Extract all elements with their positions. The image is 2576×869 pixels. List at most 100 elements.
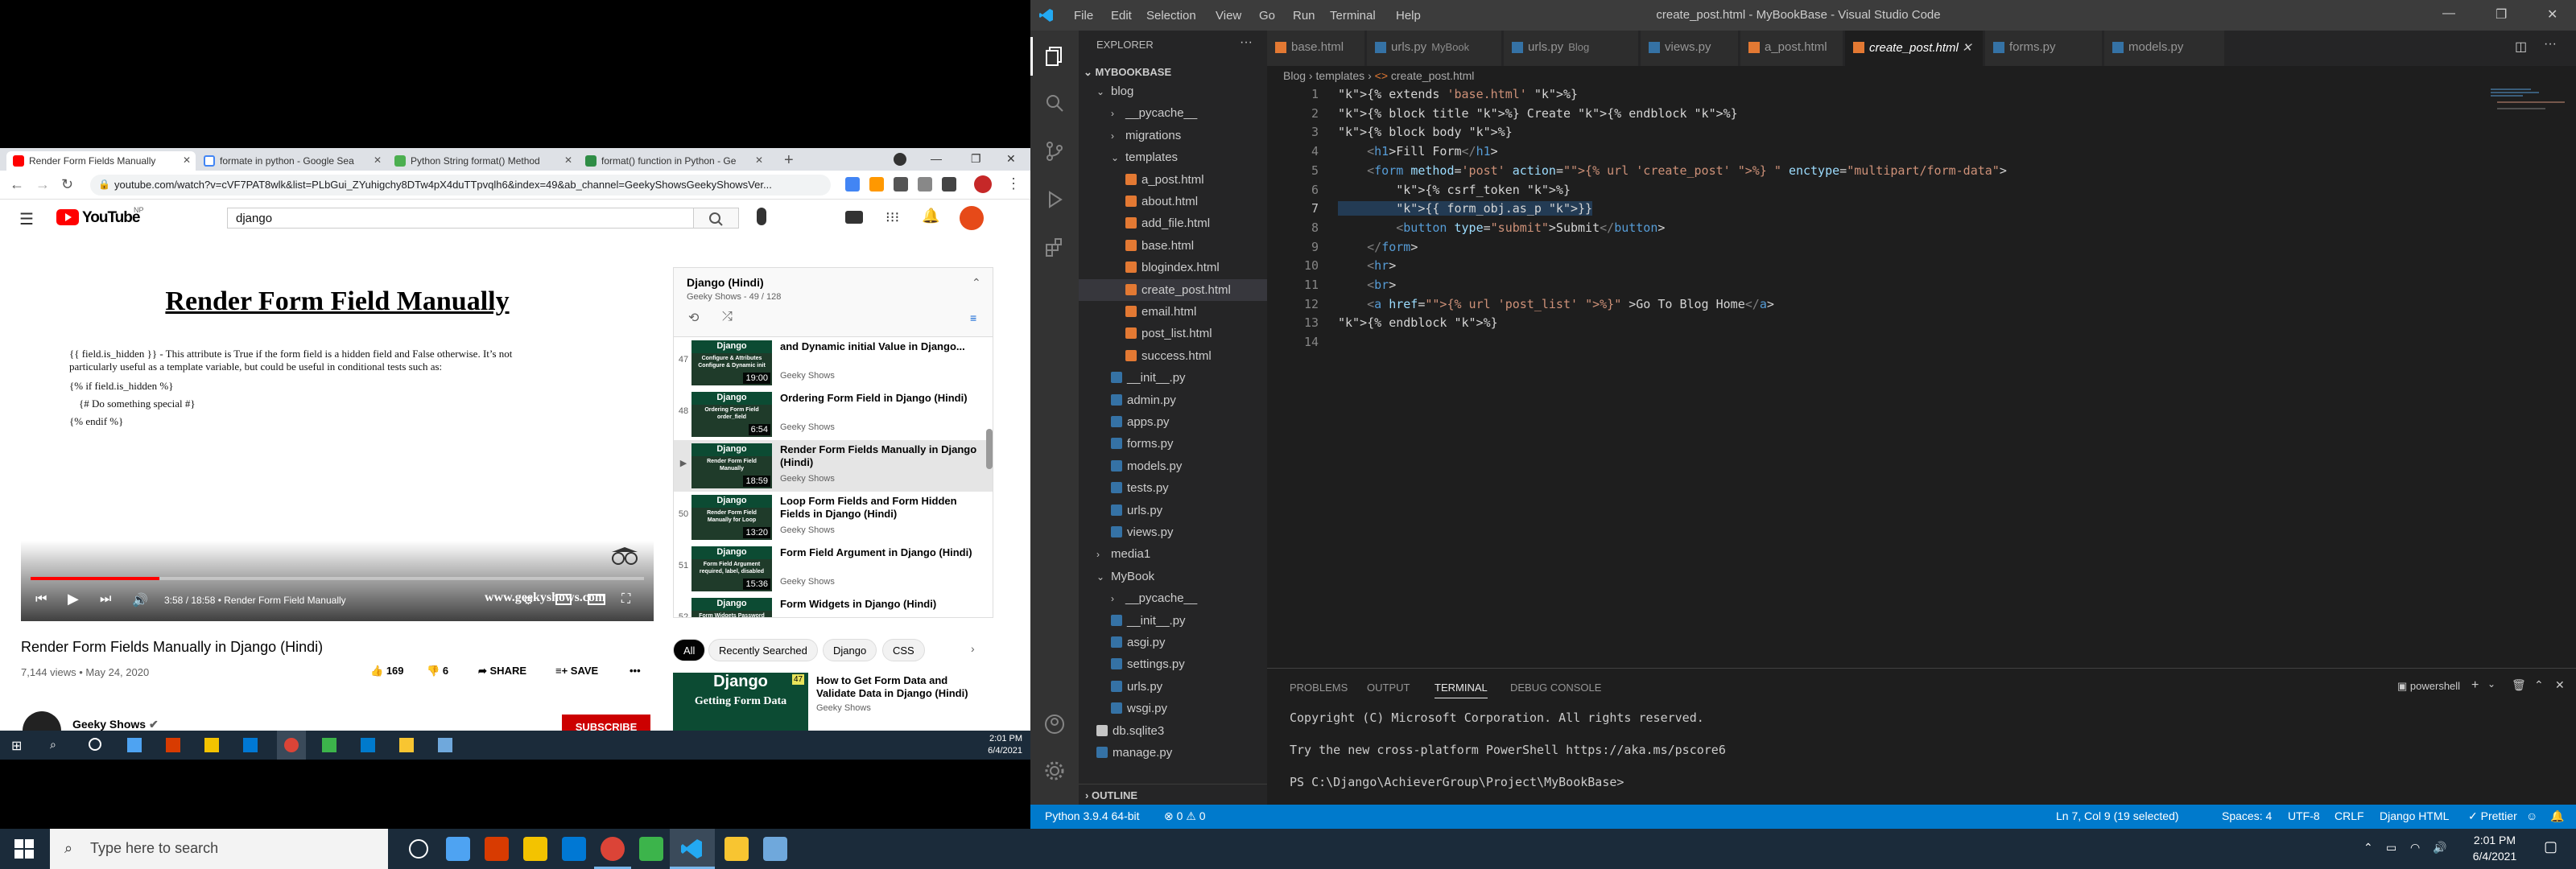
volume-icon[interactable]: 🔊 [132,592,148,608]
editor-tab[interactable]: base.html [1267,31,1365,66]
tree-item[interactable]: post_list.html [1079,323,1267,344]
new-terminal-icon[interactable]: + [2471,678,2479,693]
encoding[interactable]: UTF-8 [2288,809,2320,822]
tree-item[interactable]: › __pycache__ [1079,587,1267,609]
run-debug-icon[interactable] [1043,188,1066,211]
chapter-label[interactable]: • Render Form Field Manually [218,595,346,606]
app-icon[interactable] [446,837,470,861]
create-video-icon[interactable] [845,211,863,224]
tree-item[interactable]: db.sqlite3 [1079,720,1267,742]
workspace-root[interactable]: ⌄ MYBOOKBASE [1084,66,1171,79]
tree-item[interactable]: settings.py [1079,653,1267,675]
chrome-tab-youtube[interactable]: Render Form Fields Manually ✕ [6,151,196,171]
menu-selection[interactable]: Selection [1146,9,1196,23]
clock-date[interactable]: 6/4/2021 [2458,850,2531,863]
terminal-selector[interactable]: ▣ powershell [2397,680,2460,693]
youtube-logo-text[interactable]: YouTube [82,209,140,227]
editor-tab[interactable]: forms.py [1985,31,2103,66]
chrome-tab-gfg[interactable]: format() function in Python - Ge ✕ [579,151,768,171]
playlist-title[interactable]: Django (Hindi) [687,276,764,289]
close-panel-icon[interactable]: ✕ [2555,678,2565,692]
source-control-icon[interactable] [1043,140,1066,163]
action-center-icon[interactable]: ▢ [2544,838,2557,855]
profile-avatar[interactable] [974,175,992,193]
windows-start-icon[interactable] [14,839,34,859]
language-mode[interactable]: Django HTML [2380,809,2449,822]
cortana-icon[interactable] [409,839,428,859]
video-player[interactable]: Render Form Field Manually {{ field.is_h… [21,267,654,621]
extension-icon[interactable] [869,177,884,192]
notepad-icon[interactable] [438,738,452,752]
voice-search-icon[interactable] [757,208,766,225]
playlist-item[interactable]: 50 Django Render Form Field Manually for L… [674,492,993,543]
prettier-status[interactable]: ✓ Prettier [2468,809,2517,823]
tree-item[interactable]: forms.py [1079,433,1267,455]
close-tab-icon[interactable]: ✕ [564,154,572,166]
tree-item[interactable]: › migrations [1079,125,1267,146]
channel-name[interactable]: Geeky Shows ✔ [72,718,159,731]
share-button[interactable]: ➦ SHARE [478,665,526,677]
close-window-icon[interactable]: ✕ [2547,6,2557,23]
breadcrumb-item[interactable]: create_post.html [1391,69,1475,82]
youtube-search-input[interactable] [227,208,694,229]
notifications-bell-icon[interactable]: 🔔 [2550,809,2564,823]
problems-count[interactable]: ⊗ 0 ⚠ 0 [1164,809,1206,823]
kill-terminal-icon[interactable]: 🗑 [2512,678,2526,692]
editor-tab[interactable]: models.py [2104,31,2225,66]
tray-overflow-icon[interactable]: ⌃ [2363,841,2373,855]
breadcrumb-item[interactable]: templates [1315,69,1364,82]
address-bar[interactable]: 🔒 youtube.com/watch?v=cVF7PAT8wlk&list=P… [90,175,831,196]
close-tab-icon[interactable]: ✕ [374,154,382,166]
tree-item[interactable]: models.py [1079,455,1267,477]
extension-icon[interactable] [894,177,908,192]
playlist-scrollbar[interactable] [986,429,993,469]
tree-item[interactable]: blogindex.html [1079,257,1267,278]
editor-tab[interactable]: urls.py MyBook [1367,31,1502,66]
tree-item[interactable]: __init__.py [1079,610,1267,632]
loop-icon[interactable]: ⟲ [688,310,699,326]
tree-item[interactable]: email.html [1079,301,1267,323]
tree-item[interactable]: wsgi.py [1079,698,1267,719]
split-editor-icon[interactable]: ◫ [2515,39,2527,55]
notifications-bell-icon[interactable]: 🔔 [922,208,939,224]
taskbar-search-box[interactable]: ⌕ Type here to search [50,829,388,869]
next-icon[interactable]: ⏭ [100,592,111,607]
menu-edit[interactable]: Edit [1111,9,1132,23]
panel-tab-debug-console[interactable]: DEBUG CONSOLE [1510,682,1601,694]
apps-grid-icon[interactable]: ⁝⁝⁝ [886,209,899,226]
tree-item[interactable]: apps.py [1079,411,1267,433]
store-icon[interactable] [204,738,219,752]
minimize-icon[interactable]: — [2442,6,2455,21]
tree-item[interactable]: add_file.html [1079,212,1267,234]
filter-chip[interactable]: All [673,639,706,661]
file-explorer-icon[interactable] [399,738,414,752]
terminal-dropdown-icon[interactable]: ⌄ [2487,678,2496,690]
tree-item[interactable]: success.html [1079,345,1267,367]
menu-terminal[interactable]: Terminal [1330,9,1376,23]
extensions-icon[interactable] [1043,237,1066,259]
clock-time[interactable]: 2:01 PM [2458,834,2531,846]
volume-icon[interactable]: 🔊 [2433,841,2446,855]
tree-item[interactable]: about.html [1079,191,1267,212]
store-icon[interactable] [523,837,547,861]
tree-item[interactable]: manage.py [1079,742,1267,764]
extension-icon[interactable] [845,177,860,192]
playlist-item[interactable]: 48 Django Ordering Form Field order_field 6… [674,389,993,440]
wifi-icon[interactable]: ◠ [2410,841,2420,855]
file-explorer-icon[interactable] [724,837,749,861]
windows-start-icon[interactable]: ⊞ [11,738,22,754]
user-avatar[interactable] [960,206,984,230]
chrome-tab-google[interactable]: formate in python - Google Sea ✕ [197,151,386,171]
tree-item[interactable]: tests.py [1079,477,1267,499]
menu-file[interactable]: File [1074,9,1093,23]
media-control-icon[interactable] [942,177,956,192]
feedback-icon[interactable]: ☺ [2526,809,2537,822]
tree-item[interactable]: › media1 [1079,543,1267,565]
minimize-icon[interactable]: — [931,152,942,165]
code-editor[interactable]: 1 "k">{% extends 'base.html' "k">%} 2 "k">{… [1267,87,2576,668]
extensions-puzzle-icon[interactable] [918,177,932,192]
hamburger-menu-icon[interactable]: ☰ [19,209,34,229]
settings-gear-icon[interactable]: ⚙ [523,594,534,607]
miniplayer-icon[interactable] [555,594,572,605]
editor-tab[interactable]: a_post.html [1740,31,1843,66]
